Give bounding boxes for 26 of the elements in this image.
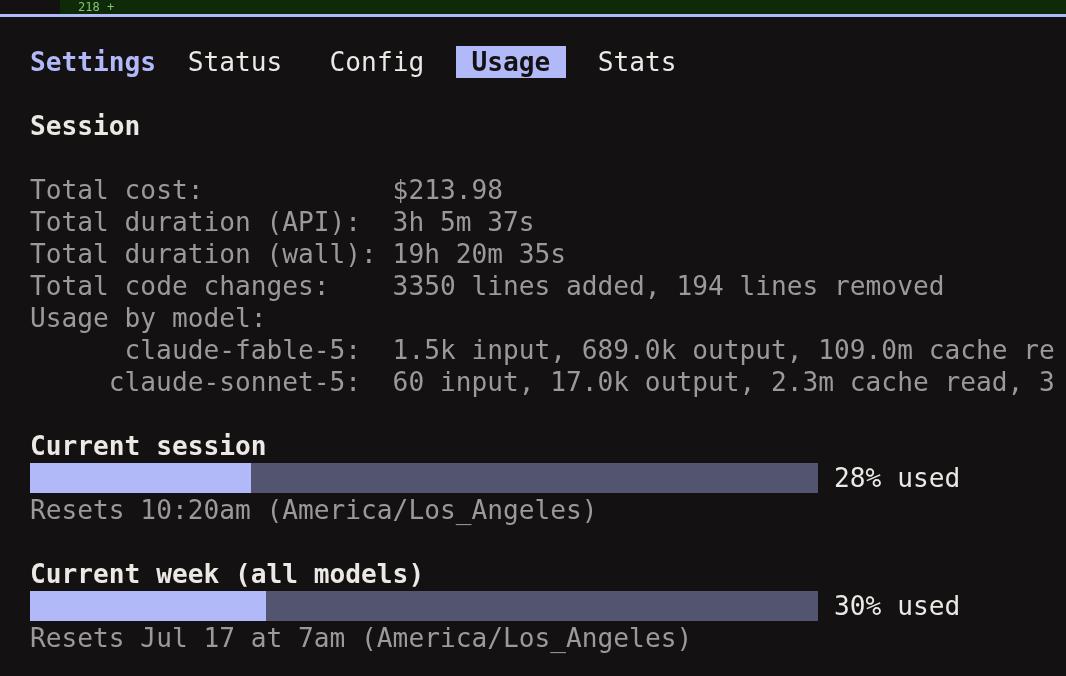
stat-value: 3350 lines added, 194 lines removed: [392, 270, 945, 302]
section-heading: Session: [30, 110, 142, 142]
usage-by-model-label: Usage by model:: [30, 302, 268, 334]
settings-title: Settings: [30, 46, 157, 78]
diff-line-text: 218 +: [78, 0, 115, 14]
tab[interactable]: Status: [171, 46, 299, 78]
model-usage: 1.5k input, 689.0k output, 109.0m cache re: [392, 334, 1055, 366]
stat-value: 19h 20m 35s: [392, 238, 567, 270]
model-usage: 60 input, 17.0k output, 2.3m cache read, 3: [392, 366, 1055, 398]
limit-title: Current week (all models): [30, 558, 426, 590]
stat-label: Total duration (wall):: [30, 238, 378, 270]
limit-title: Current session: [30, 430, 268, 462]
stat-label: Total duration (API):: [30, 206, 363, 238]
tab[interactable]: Stats: [581, 46, 693, 78]
stat-label: Total cost:: [30, 174, 205, 206]
model-name: claude-fable-5:: [123, 334, 362, 366]
reset-time: Resets 10:20am (America/Los_Angeles): [30, 494, 599, 526]
tab[interactable]: Config: [313, 46, 440, 78]
reset-time: Resets Jul 17 at 7am (America/Los_Angeles): [30, 622, 694, 654]
model-name: claude-sonnet-5:: [107, 366, 362, 398]
stat-value: 3h 5m 37s: [392, 206, 535, 238]
usage-reading: 28% used: [834, 462, 961, 494]
usage-reading: 30% used: [834, 590, 961, 622]
tab[interactable]: Usage: [455, 46, 567, 78]
stat-label: Total code changes:: [30, 270, 331, 302]
stat-value: $213.98: [392, 174, 503, 206]
